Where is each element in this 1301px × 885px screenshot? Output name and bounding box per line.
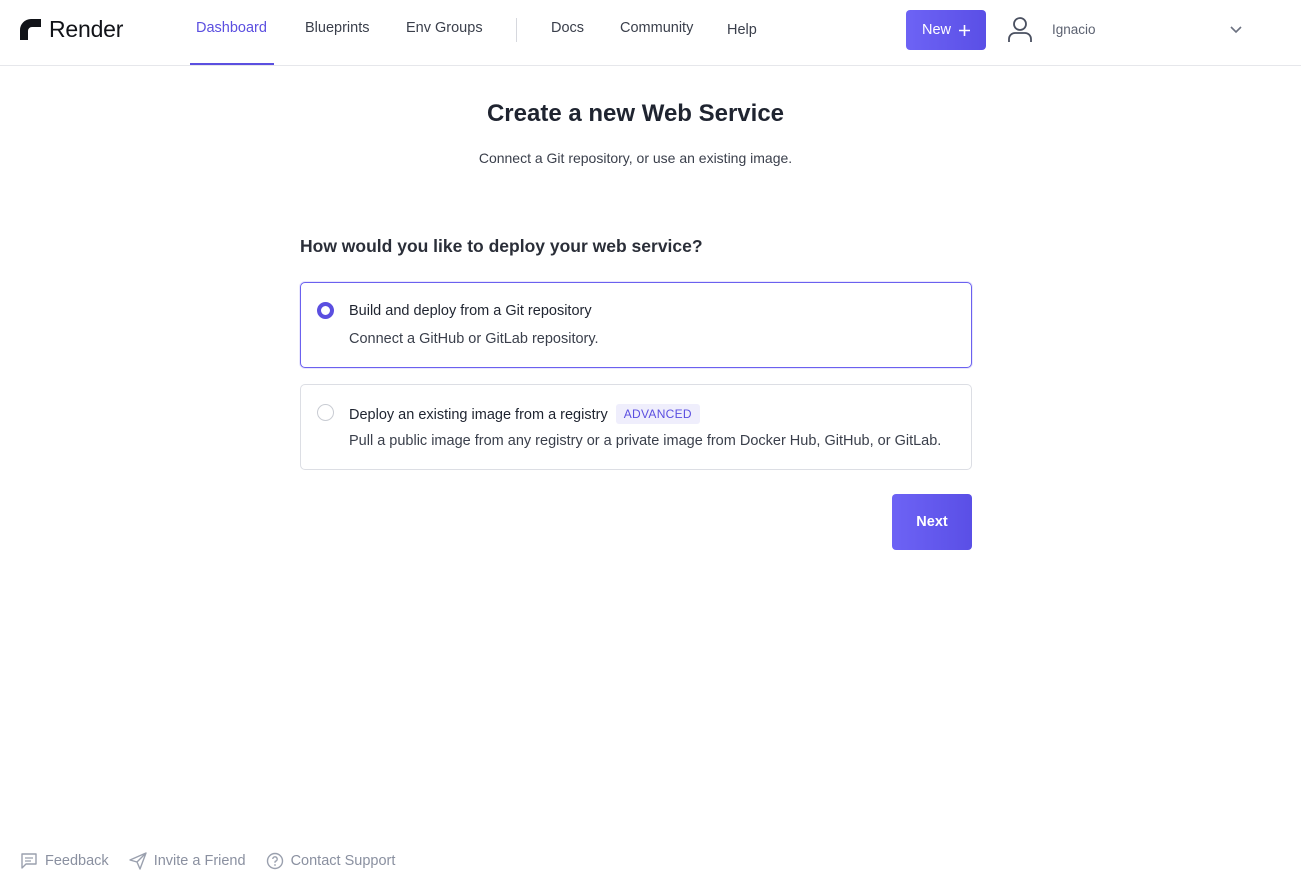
- nav-community[interactable]: Community: [620, 20, 693, 36]
- page-title-prefix: Create a new: [486, 100, 636, 127]
- footer-feedback-label: Feedback: [45, 853, 109, 869]
- page-title: Create a new Web Service: [0, 100, 1271, 128]
- option-existing-image[interactable]: Deploy an existing image from a registry…: [300, 384, 972, 470]
- help-circle-icon: [266, 852, 283, 870]
- footer-support-label: Contact Support: [290, 853, 396, 869]
- next-button[interactable]: Next: [892, 494, 972, 550]
- option-description: Pull a public image from any registry or…: [349, 433, 942, 449]
- option-title: Deploy an existing image from a registry: [349, 407, 608, 423]
- page-title-emphasis: Web Service: [641, 100, 785, 127]
- footer-invite[interactable]: Invite a Friend: [128, 852, 246, 870]
- nav-help[interactable]: Help: [727, 22, 757, 38]
- plus-icon: [959, 24, 970, 36]
- render-logo[interactable]: Render: [20, 16, 123, 42]
- nav-docs[interactable]: Docs: [551, 20, 584, 36]
- radio-unselected[interactable]: [317, 404, 334, 421]
- option-description: Connect a GitHub or GitLab repository.: [349, 331, 599, 347]
- option-git-repository[interactable]: Build and deploy from a Git repository C…: [300, 282, 972, 368]
- footer-feedback[interactable]: Feedback: [20, 852, 109, 870]
- footer-support[interactable]: Contact Support: [266, 852, 396, 870]
- footer: Feedback Invite a Friend Contact Support: [20, 852, 395, 870]
- nav-divider: [516, 18, 517, 42]
- deploy-question: How would you like to deploy your web se…: [300, 236, 703, 256]
- option-title-row: Deploy an existing image from a registry…: [349, 404, 700, 424]
- render-logo-icon: [20, 18, 41, 40]
- active-tab-indicator: [190, 63, 274, 65]
- nav-dashboard[interactable]: Dashboard: [196, 20, 267, 36]
- new-button-label: New: [921, 22, 951, 38]
- radio-selected[interactable]: [317, 302, 334, 319]
- page-subtitle: Connect a Git repository, or use an exis…: [478, 150, 793, 166]
- chevron-down-icon[interactable]: [1229, 22, 1243, 36]
- option-title: Build and deploy from a Git repository: [349, 303, 592, 319]
- user-name[interactable]: Ignacio: [1052, 22, 1096, 37]
- new-button[interactable]: New: [906, 10, 986, 50]
- top-navigation: Render Dashboard Blueprints Env Groups D…: [0, 0, 1301, 66]
- footer-invite-label: Invite a Friend: [153, 853, 246, 869]
- advanced-badge: ADVANCED: [615, 404, 700, 424]
- nav-blueprints[interactable]: Blueprints: [305, 20, 369, 36]
- user-avatar-icon[interactable]: [1007, 16, 1033, 44]
- nav-env-groups[interactable]: Env Groups: [406, 20, 483, 36]
- brand-name: Render: [49, 15, 124, 42]
- feedback-icon: [21, 853, 37, 869]
- send-icon: [128, 852, 147, 870]
